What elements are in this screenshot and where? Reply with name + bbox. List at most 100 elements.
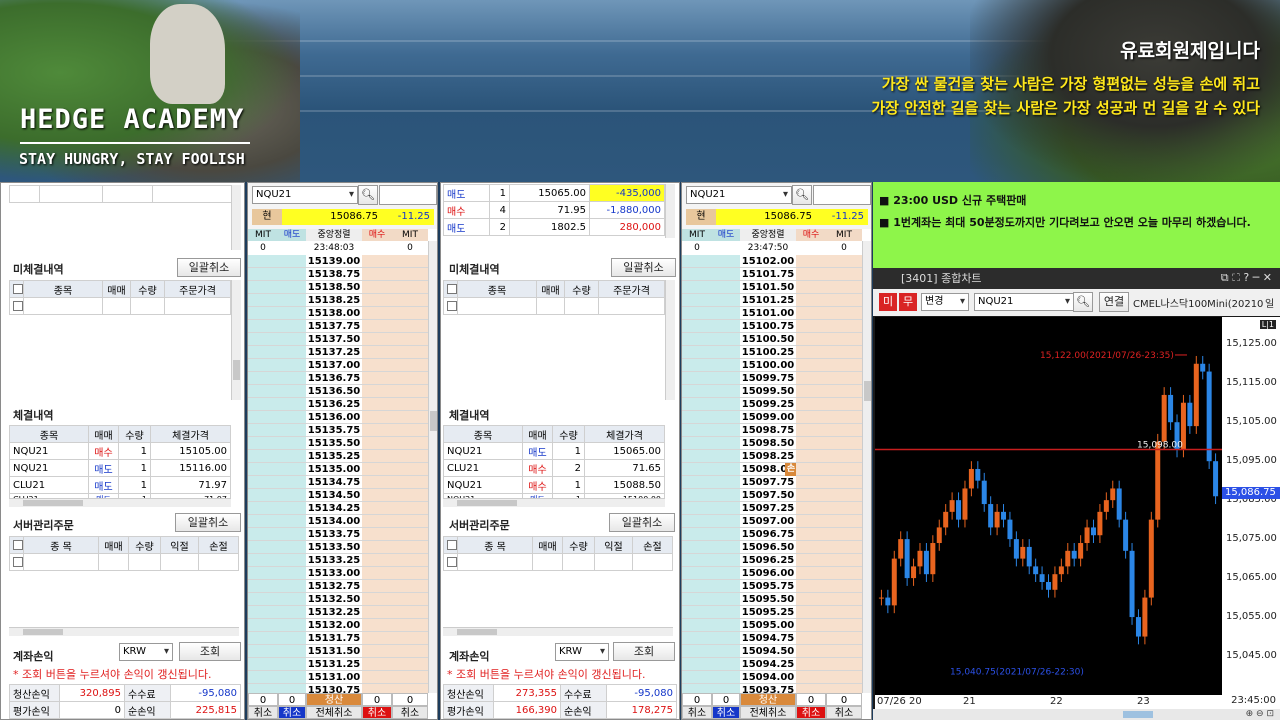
ladder-sell-cell[interactable]: [712, 385, 740, 398]
ladder-row[interactable]: 15135.25: [248, 450, 437, 463]
ladder-sell-cell[interactable]: [278, 307, 306, 320]
ladder-buy-cell[interactable]: [826, 320, 862, 333]
ladder-price[interactable]: 15094.25: [740, 658, 796, 671]
ladder-price[interactable]: 15136.75: [306, 372, 362, 385]
ladder-buy-cell[interactable]: [392, 398, 428, 411]
ladder-buy-cell[interactable]: [796, 255, 826, 268]
ladder-row[interactable]: 15095.25: [682, 606, 871, 619]
ladder-sell-cell[interactable]: [278, 580, 306, 593]
ladder-sell-cell[interactable]: [278, 333, 306, 346]
ladder-buy-cell[interactable]: [362, 658, 392, 671]
symbol-select[interactable]: NQU21: [252, 186, 358, 204]
ladder-buy-cell[interactable]: [392, 619, 428, 632]
ladder-sell-cell[interactable]: [712, 619, 740, 632]
ladder-buy-cell[interactable]: [362, 489, 392, 502]
ladder-row[interactable]: 15101.75: [682, 268, 871, 281]
scrollbar[interactable]: [665, 184, 675, 238]
ladder-buy-cell[interactable]: [362, 333, 392, 346]
table-row[interactable]: NQU21 매수 1 15105.00: [9, 442, 231, 460]
row-checkbox[interactable]: [447, 556, 457, 567]
ladder-buy-cell[interactable]: [362, 554, 392, 567]
select-all-checkbox[interactable]: [447, 539, 457, 550]
ladder-sell-cell[interactable]: [712, 645, 740, 658]
ladder-sell-cell[interactable]: [712, 541, 740, 554]
ladder-price[interactable]: 15097.50: [740, 489, 796, 502]
ladder-sell-cell[interactable]: [278, 385, 306, 398]
ladder-sell-cell[interactable]: [278, 424, 306, 437]
ladder-buy-cell[interactable]: [796, 528, 826, 541]
ladder-buy-cell[interactable]: [392, 424, 428, 437]
ladder-sell-cell[interactable]: [712, 580, 740, 593]
ladder-buy-cell[interactable]: [796, 593, 826, 606]
ladder-price[interactable]: 15094.50: [740, 645, 796, 658]
table-row[interactable]: 매도 1 15065.00 -435,000: [443, 184, 665, 202]
ladder-sell-cell[interactable]: [248, 333, 278, 346]
scrollbar[interactable]: [428, 241, 437, 693]
ladder-sell-cell[interactable]: [248, 424, 278, 437]
ladder-row[interactable]: 15133.50: [248, 541, 437, 554]
ladder-price[interactable]: 15094.00: [740, 671, 796, 684]
ladder-sell-cell[interactable]: [248, 359, 278, 372]
ladder-sell-cell[interactable]: [248, 411, 278, 424]
cancel-buy-button[interactable]: 취소: [796, 706, 826, 719]
cancel-mit-buy-button[interactable]: 취소: [826, 706, 862, 719]
table-row[interactable]: NQU21 매도 1 15065.00: [443, 442, 665, 460]
ladder-price[interactable]: 15098.25: [740, 450, 796, 463]
ladder-sell-cell[interactable]: [682, 281, 712, 294]
ladder-row[interactable]: 15137.25: [248, 346, 437, 359]
ladder-price[interactable]: 15099.25: [740, 398, 796, 411]
chart-scroll-bar[interactable]: ⊕ ⊖ ⊡: [873, 709, 1280, 720]
ladder-sell-cell[interactable]: [712, 463, 740, 476]
ladder-sell-cell[interactable]: [682, 593, 712, 606]
cancel-sell-button[interactable]: 취소: [278, 706, 306, 719]
ladder-price[interactable]: 15133.50: [306, 541, 362, 554]
ladder-sell-cell[interactable]: [278, 554, 306, 567]
ladder-sell-cell[interactable]: [278, 567, 306, 580]
scrollbar[interactable]: [862, 241, 871, 693]
ladder-row[interactable]: 15132.25: [248, 606, 437, 619]
ladder-buy-cell[interactable]: [796, 554, 826, 567]
ladder-sell-cell[interactable]: [712, 606, 740, 619]
ladder-buy-cell[interactable]: [392, 411, 428, 424]
ladder-buy-cell[interactable]: [796, 515, 826, 528]
ladder-buy-cell[interactable]: [826, 268, 862, 281]
ladder-sell-cell[interactable]: [682, 255, 712, 268]
ladder-sell-cell[interactable]: [682, 359, 712, 372]
ladder-sell-cell[interactable]: [278, 489, 306, 502]
ladder-sell-cell[interactable]: [682, 372, 712, 385]
ladder-sell-cell[interactable]: [278, 450, 306, 463]
ladder-row[interactable]: 15097.75: [682, 476, 871, 489]
ladder-sell-cell[interactable]: [248, 255, 278, 268]
ladder-buy-cell[interactable]: [392, 554, 428, 567]
ladder-buy-cell[interactable]: [826, 359, 862, 372]
ladder-sell-cell[interactable]: [278, 671, 306, 684]
ladder-sell-cell[interactable]: [278, 463, 306, 476]
ladder-buy-cell[interactable]: [796, 281, 826, 294]
ladder-buy-cell[interactable]: [826, 593, 862, 606]
ladder-buy-cell[interactable]: [826, 658, 862, 671]
ladder-sell-cell[interactable]: [278, 411, 306, 424]
ladder-buy-cell[interactable]: [826, 489, 862, 502]
ladder-row[interactable]: 15099.25: [682, 398, 871, 411]
ladder-sell-cell[interactable]: [682, 320, 712, 333]
ladder-buy-cell[interactable]: [826, 606, 862, 619]
scrollbar[interactable]: [665, 280, 675, 400]
ladder-row[interactable]: 15100.50: [682, 333, 871, 346]
ladder-buy-cell[interactable]: [392, 437, 428, 450]
ladder-sell-cell[interactable]: [278, 606, 306, 619]
ladder-sell-cell[interactable]: [712, 502, 740, 515]
ladder-price[interactable]: 15102.00: [740, 255, 796, 268]
ladder-row[interactable]: 15094.75: [682, 632, 871, 645]
ladder-sell-cell[interactable]: [682, 658, 712, 671]
ladder-sell-cell[interactable]: [248, 281, 278, 294]
ladder-buy-cell[interactable]: [826, 398, 862, 411]
ladder-sell-cell[interactable]: [682, 489, 712, 502]
ladder-sell-cell[interactable]: [682, 385, 712, 398]
ladder-buy-cell[interactable]: [796, 632, 826, 645]
ladder-sell-cell[interactable]: [682, 411, 712, 424]
ladder-row[interactable]: 15136.50: [248, 385, 437, 398]
ladder-sell-cell[interactable]: [712, 593, 740, 606]
ladder-sell-cell[interactable]: [712, 476, 740, 489]
ladder-sell-cell[interactable]: [712, 359, 740, 372]
row-checkbox[interactable]: [13, 556, 23, 567]
